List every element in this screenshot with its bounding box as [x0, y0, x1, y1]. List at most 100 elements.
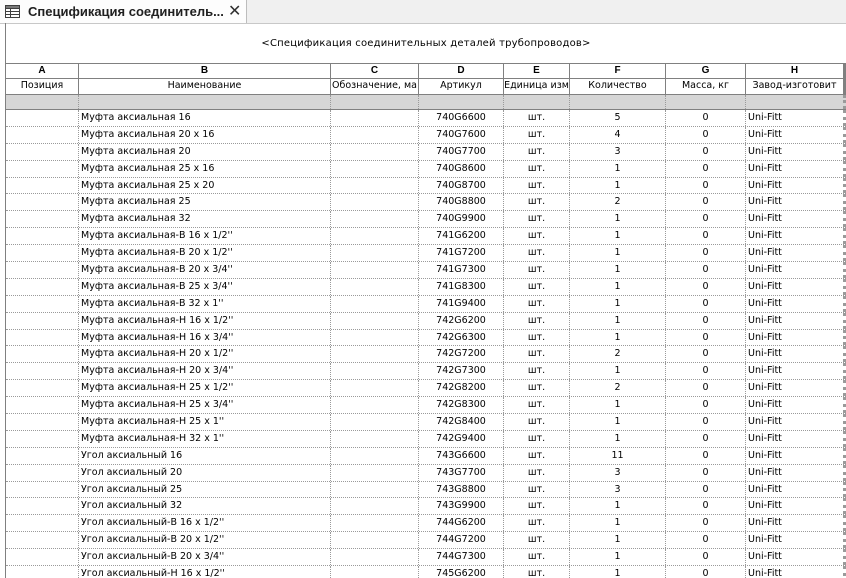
cell-quantity[interactable]: 4	[570, 126, 666, 143]
cell-quantity[interactable]: 1	[570, 262, 666, 278]
cell-manufacturer[interactable]: Uni-Fitt	[746, 346, 846, 363]
cell-mass[interactable]: 0	[666, 414, 746, 430]
cell-designation[interactable]	[331, 278, 419, 295]
cell-position[interactable]	[6, 549, 79, 566]
cell-mass[interactable]: 0	[666, 363, 746, 380]
cell-designation[interactable]	[331, 464, 419, 481]
cell-quantity[interactable]: 3	[570, 464, 666, 481]
cell-quantity[interactable]: 1	[570, 430, 666, 447]
cell-manufacturer[interactable]: Uni-Fitt	[746, 363, 846, 380]
table-row[interactable]: Угол аксиальный 25 743G8800 шт. 3 0 Uni-Fitt	[6, 481, 846, 499]
cell-position[interactable]	[6, 566, 79, 578]
cell-article[interactable]: 743G9900	[419, 498, 504, 515]
table-row[interactable]: Муфта аксиальная-В 32 x 1'' 741G9400 шт. 1 0…	[6, 295, 846, 313]
cell-designation[interactable]	[331, 295, 419, 312]
table-row[interactable]: Угол аксиальный-В 16 x 1/2'' 744G6200 шт. 1…	[6, 515, 846, 533]
cell-mass[interactable]: 0	[666, 211, 746, 228]
cell-mass[interactable]: 0	[666, 143, 746, 160]
cell-name[interactable]: Муфта аксиальная 16	[79, 110, 331, 126]
cell-name[interactable]: Муфта аксиальная-Н 20 x 3/4''	[79, 363, 331, 380]
cell-unit[interactable]: шт.	[504, 532, 570, 549]
cell-quantity[interactable]: 3	[570, 481, 666, 498]
cell-manufacturer[interactable]: Uni-Fitt	[746, 329, 846, 346]
cell-unit[interactable]: шт.	[504, 414, 570, 430]
cell-mass[interactable]: 0	[666, 397, 746, 414]
cell-article[interactable]: 741G8300	[419, 278, 504, 295]
cell-unit[interactable]: шт.	[504, 278, 570, 295]
table-row[interactable]: Муфта аксиальная 16 740G6600 шт. 5 0 Uni-Fitt	[6, 110, 846, 127]
cell-manufacturer[interactable]: Uni-Fitt	[746, 211, 846, 228]
cell-name[interactable]: Муфта аксиальная-В 32 x 1''	[79, 295, 331, 312]
cell-designation[interactable]	[331, 126, 419, 143]
cell-position[interactable]	[6, 295, 79, 312]
cell-position[interactable]	[6, 194, 79, 211]
cell-mass[interactable]: 0	[666, 295, 746, 312]
column-header-name[interactable]: Наименование	[79, 79, 331, 94]
cell-quantity[interactable]: 1	[570, 363, 666, 380]
column-header-designation[interactable]: Обозначение, ма	[331, 79, 419, 94]
cell-manufacturer[interactable]: Uni-Fitt	[746, 532, 846, 549]
cell-unit[interactable]: шт.	[504, 447, 570, 464]
cell-position[interactable]	[6, 211, 79, 228]
cell-manufacturer[interactable]: Uni-Fitt	[746, 414, 846, 430]
cell-unit[interactable]: шт.	[504, 160, 570, 177]
cell-quantity[interactable]: 1	[570, 397, 666, 414]
table-row[interactable]: Угол аксиальный 20 743G7700 шт. 3 0 Uni-Fitt	[6, 464, 846, 482]
cell-designation[interactable]	[331, 329, 419, 346]
cell-unit[interactable]: шт.	[504, 126, 570, 143]
cell-name[interactable]: Муфта аксиальная 25 x 20	[79, 177, 331, 194]
table-row[interactable]: Угол аксиальный-Н 16 x 1/2'' 745G6200 шт. 1…	[6, 566, 846, 578]
cell-manufacturer[interactable]: Uni-Fitt	[746, 126, 846, 143]
cell-article[interactable]: 743G8800	[419, 481, 504, 498]
table-row[interactable]: Угол аксиальный 16 743G6600 шт. 11 0 Uni-Fitt	[6, 447, 846, 465]
cell-quantity[interactable]: 1	[570, 414, 666, 430]
cell-name[interactable]: Муфта аксиальная-Н 25 x 3/4''	[79, 397, 331, 414]
cell-name[interactable]: Муфта аксиальная-В 20 x 3/4''	[79, 262, 331, 278]
table-row[interactable]: Муфта аксиальная 25 x 20 740G8700 шт. 1 0 Uni…	[6, 177, 846, 195]
cell-unit[interactable]: шт.	[504, 430, 570, 447]
cell-unit[interactable]: шт.	[504, 397, 570, 414]
cell-name[interactable]: Угол аксиальный-В 20 x 1/2''	[79, 532, 331, 549]
cell-name[interactable]: Муфта аксиальная-Н 25 x 1/2''	[79, 380, 331, 397]
cell-unit[interactable]: шт.	[504, 245, 570, 262]
cell-position[interactable]	[6, 363, 79, 380]
cell-designation[interactable]	[331, 143, 419, 160]
table-row[interactable]: Муфта аксиальная-В 16 x 1/2'' 741G6200 шт.…	[6, 228, 846, 246]
close-icon[interactable]: ✕	[228, 1, 241, 21]
cell-name[interactable]: Угол аксиальный-В 20 x 3/4''	[79, 549, 331, 566]
cell-position[interactable]	[6, 380, 79, 397]
cell-manufacturer[interactable]: Uni-Fitt	[746, 566, 846, 578]
cell-name[interactable]: Муфта аксиальная-Н 16 x 1/2''	[79, 312, 331, 329]
table-row[interactable]: Муфта аксиальная-Н 25 x 1'' 742G8400 шт. 1 0…	[6, 414, 846, 431]
cell-unit[interactable]: шт.	[504, 295, 570, 312]
cell-article[interactable]: 740G8800	[419, 194, 504, 211]
cell-position[interactable]	[6, 126, 79, 143]
cell-mass[interactable]: 0	[666, 549, 746, 566]
cell-manufacturer[interactable]: Uni-Fitt	[746, 481, 846, 498]
cell-designation[interactable]	[331, 481, 419, 498]
cell-name[interactable]: Муфта аксиальная-В 20 x 1/2''	[79, 245, 331, 262]
cell-manufacturer[interactable]: Uni-Fitt	[746, 278, 846, 295]
cell-manufacturer[interactable]: Uni-Fitt	[746, 245, 846, 262]
table-row[interactable]: Муфта аксиальная 25 x 16 740G8600 шт. 1 0 Uni…	[6, 160, 846, 178]
cell-manufacturer[interactable]: Uni-Fitt	[746, 110, 846, 126]
cell-mass[interactable]: 0	[666, 346, 746, 363]
cell-name[interactable]: Муфта аксиальная 20	[79, 143, 331, 160]
cell-quantity[interactable]: 1	[570, 312, 666, 329]
cell-position[interactable]	[6, 481, 79, 498]
cell-designation[interactable]	[331, 228, 419, 245]
cell-mass[interactable]: 0	[666, 430, 746, 447]
cell-designation[interactable]	[331, 312, 419, 329]
cell-unit[interactable]: шт.	[504, 110, 570, 126]
cell-name[interactable]: Угол аксиальный 16	[79, 447, 331, 464]
cell-manufacturer[interactable]: Uni-Fitt	[746, 228, 846, 245]
cell-unit[interactable]: шт.	[504, 194, 570, 211]
cell-mass[interactable]: 0	[666, 126, 746, 143]
cell-mass[interactable]: 0	[666, 194, 746, 211]
cell-position[interactable]	[6, 532, 79, 549]
cell-designation[interactable]	[331, 566, 419, 578]
cell-position[interactable]	[6, 143, 79, 160]
cell-name[interactable]: Угол аксиальный 32	[79, 498, 331, 515]
cell-designation[interactable]	[331, 532, 419, 549]
table-row[interactable]: Муфта аксиальная 25 740G8800 шт. 2 0 Uni-Fitt	[6, 194, 846, 212]
